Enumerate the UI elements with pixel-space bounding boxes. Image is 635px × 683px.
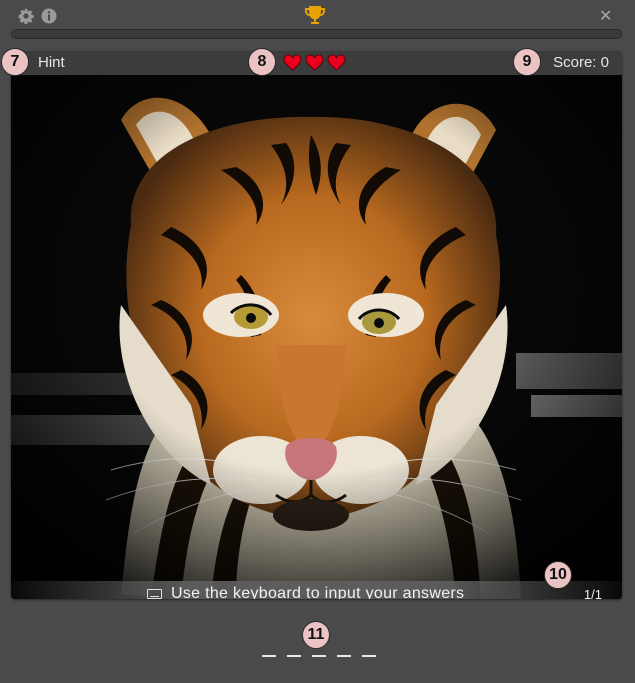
hint-button[interactable]: Hint <box>38 54 65 71</box>
marker-9: 9 <box>513 48 541 76</box>
gear-icon[interactable] <box>18 8 34 24</box>
keyboard-instruction-banner: Use the keyboard to input your answers <box>11 581 622 599</box>
tiger-image <box>11 75 622 599</box>
close-icon[interactable]: ✕ <box>599 6 612 26</box>
answer-slot <box>262 655 276 657</box>
image-pager: 1/1 <box>583 587 602 599</box>
keyboard-icon <box>147 589 162 599</box>
trophy-icon[interactable] <box>304 5 326 25</box>
game-panel: Hint Score: 0 Use the keyboard to input … <box>11 51 622 599</box>
answer-slot <box>337 655 351 657</box>
marker-11: 11 <box>302 621 330 649</box>
info-icon[interactable] <box>41 8 57 24</box>
answer-slot <box>287 655 301 657</box>
progress-bar <box>11 29 622 39</box>
title-bar: ✕ <box>0 0 635 30</box>
answer-slots[interactable] <box>262 655 376 657</box>
keyboard-instruction-text: Use the keyboard to input your answers <box>171 585 465 599</box>
heart-icon <box>283 54 302 71</box>
heart-icon <box>305 54 324 71</box>
answer-slot <box>362 655 376 657</box>
marker-7: 7 <box>1 48 29 76</box>
heart-icon <box>327 54 346 71</box>
marker-8: 8 <box>248 48 276 76</box>
tiger-photo: Use the keyboard to input your answers 1… <box>11 75 622 599</box>
marker-10: 10 <box>544 561 572 589</box>
score-label: Score: 0 <box>553 54 609 71</box>
lives-indicator <box>283 54 346 72</box>
answer-slot <box>312 655 326 657</box>
